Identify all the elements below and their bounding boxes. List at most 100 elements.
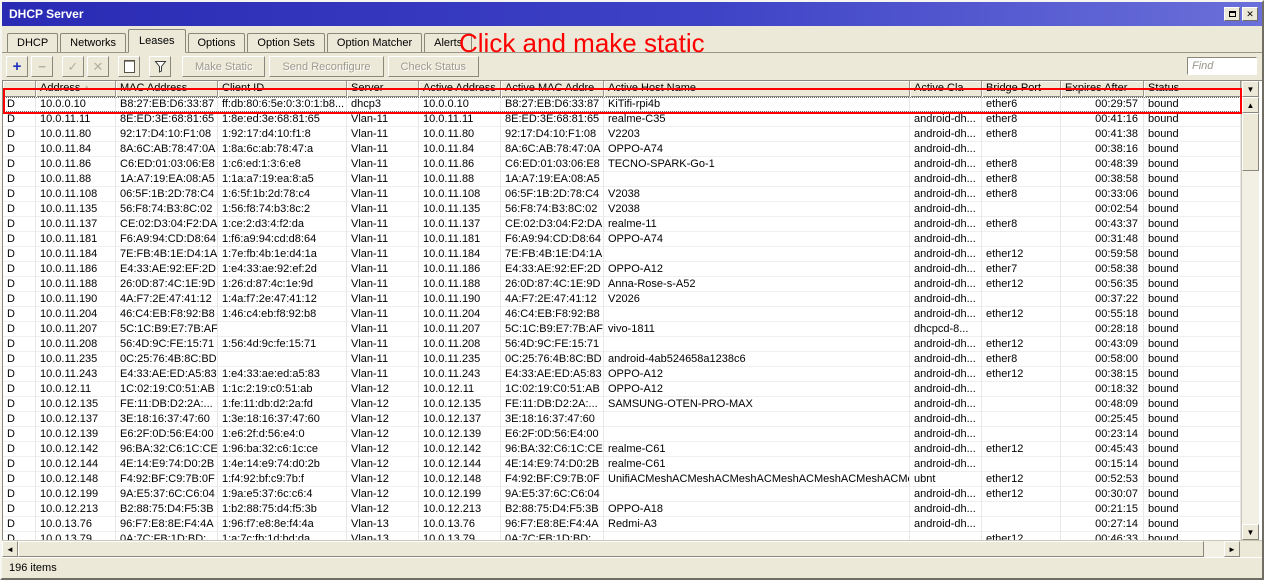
tab-option-matcher[interactable]: Option Matcher xyxy=(327,33,422,52)
table-row[interactable]: D10.0.11.1847E:FB:4B:1E:D4:1A1:7e:fb:4b:… xyxy=(3,247,1241,262)
add-button[interactable]: + xyxy=(6,56,28,77)
title-bar[interactable]: DHCP Server ✕ xyxy=(2,2,1262,26)
vertical-scrollbar[interactable]: ▼ ▲ ▼ xyxy=(1241,81,1259,540)
table-body: D10.0.0.10B8:27:EB:D6:33:87ff:db:80:6:5e… xyxy=(3,97,1241,540)
table-row[interactable]: D10.0.12.135FE:11:DB:D2:2A:...1:fe:11:db… xyxy=(3,397,1241,412)
table-row[interactable]: D10.0.11.18826:0D:87:4C:1E:9D1:26:d:87:4… xyxy=(3,277,1241,292)
table-row[interactable]: D10.0.11.137CE:02:D3:04:F2:DA1:ce:2:d3:4… xyxy=(3,217,1241,232)
cell-mac-address: 0C:25:76:4B:8C:BD xyxy=(116,352,218,367)
cell-status: bound xyxy=(1144,127,1241,142)
cell-active-mac-addre: 9A:E5:37:6C:C6:04 xyxy=(501,487,604,502)
tab-dhcp[interactable]: DHCP xyxy=(7,33,58,52)
cell-mac-address: 26:0D:87:4C:1E:9D xyxy=(116,277,218,292)
cell-active-address: 10.0.11.184 xyxy=(419,247,501,262)
table-row[interactable]: D10.0.11.186E4:33:AE:92:EF:2D1:e4:33:ae:… xyxy=(3,262,1241,277)
table-row[interactable]: D10.0.12.111C:02:19:C0:51:AB1:1c:2:19:c0… xyxy=(3,382,1241,397)
make-static-button[interactable]: Make Static xyxy=(182,56,265,77)
table-row[interactable]: D10.0.11.881A:A7:19:EA:08:A51:1a:a7:19:e… xyxy=(3,172,1241,187)
column-dropdown-button[interactable]: ▼ xyxy=(1242,81,1259,97)
vertical-scroll-thumb[interactable] xyxy=(1242,113,1259,171)
tab-options[interactable]: Options xyxy=(188,33,246,52)
table-row[interactable]: D10.0.12.1444E:14:E9:74:D0:2B1:4e:14:e9:… xyxy=(3,457,1241,472)
cell-server: Vlan-11 xyxy=(347,127,419,142)
cell-bridge-port xyxy=(982,382,1061,397)
cell-bridge-port: ether12 xyxy=(982,307,1061,322)
scroll-left-button[interactable]: ◄ xyxy=(2,541,18,557)
cell-active-cla: android-dh... xyxy=(910,112,982,127)
cell-expires-after: 00:52:53 xyxy=(1061,472,1144,487)
cell-flag: D xyxy=(3,157,36,172)
arrow-right-icon: ► xyxy=(1228,545,1236,554)
disable-button[interactable]: ✕ xyxy=(87,56,109,77)
cell-active-mac-addre: 06:5F:1B:2D:78:C4 xyxy=(501,187,604,202)
table-row[interactable]: D10.0.11.118E:ED:3E:68:81:651:8e:ed:3e:6… xyxy=(3,112,1241,127)
table-row[interactable]: D10.0.11.10806:5F:1B:2D:78:C41:6:5f:1b:2… xyxy=(3,187,1241,202)
table-row[interactable]: D10.0.12.14296:BA:32:C6:1C:CE1:96:ba:32:… xyxy=(3,442,1241,457)
table-row[interactable]: D10.0.11.2350C:25:76:4B:8C:BDVlan-1110.0… xyxy=(3,352,1241,367)
cell-active-host-name xyxy=(604,247,910,262)
cell-server: Vlan-11 xyxy=(347,307,419,322)
table-row[interactable]: D10.0.11.13556:F8:74:B3:8C:021:56:f8:74:… xyxy=(3,202,1241,217)
tab-option-sets[interactable]: Option Sets xyxy=(247,33,324,52)
cell-server: Vlan-12 xyxy=(347,427,419,442)
horizontal-scroll-thumb[interactable] xyxy=(18,541,1204,557)
table-row[interactable]: D10.0.11.181F6:A9:94:CD:D8:641:f6:a9:94:… xyxy=(3,232,1241,247)
table-row[interactable]: D10.0.13.790A:7C:FB:1D:BD:...1:a:7c:fb:1… xyxy=(3,532,1241,540)
cell-active-mac-addre: 8A:6C:AB:78:47:0A xyxy=(501,142,604,157)
vertical-scroll-track[interactable] xyxy=(1242,171,1259,524)
enable-button[interactable]: ✓ xyxy=(62,56,84,77)
table-row[interactable]: D10.0.11.20856:4D:9C:FE:15:711:56:4d:9c:… xyxy=(3,337,1241,352)
cell-server: Vlan-13 xyxy=(347,517,419,532)
cell-active-address: 10.0.12.139 xyxy=(419,427,501,442)
horizontal-scrollbar[interactable]: ◄ ► xyxy=(2,540,1262,557)
cell-active-host-name: SAMSUNG-OTEN-PRO-MAX xyxy=(604,397,910,412)
cell-client-id: 1:8a:6c:ab:78:47:a xyxy=(218,142,347,157)
cell-client-id: 1:6:5f:1b:2d:78:c4 xyxy=(218,187,347,202)
cell-mac-address: 96:F7:E8:8E:F4:4A xyxy=(116,517,218,532)
cell-active-cla: android-dh... xyxy=(910,352,982,367)
table-row[interactable]: D10.0.12.148F4:92:BF:C9:7B:0F1:f4:92:bf:… xyxy=(3,472,1241,487)
cell-flag: D xyxy=(3,127,36,142)
horizontal-scroll-track[interactable] xyxy=(1204,541,1224,557)
scroll-right-button[interactable]: ► xyxy=(1224,541,1240,557)
cell-expires-after: 00:23:14 xyxy=(1061,427,1144,442)
cell-address: 10.0.11.204 xyxy=(36,307,116,322)
table-row[interactable]: D10.0.11.848A:6C:AB:78:47:0A1:8a:6c:ab:7… xyxy=(3,142,1241,157)
table-row[interactable]: D10.0.12.1373E:18:16:37:47:601:3e:18:16:… xyxy=(3,412,1241,427)
table-row[interactable]: D10.0.11.2075C:1C:B9:E7:7B:AFVlan-1110.0… xyxy=(3,322,1241,337)
find-input[interactable] xyxy=(1187,57,1257,75)
cell-active-mac-addre: C6:ED:01:03:06:E8 xyxy=(501,157,604,172)
comment-button[interactable] xyxy=(118,56,140,77)
cell-active-mac-addre: 8E:ED:3E:68:81:65 xyxy=(501,112,604,127)
table-row[interactable]: D10.0.13.7696:F7:E8:8E:F4:4A1:96:f7:e8:8… xyxy=(3,517,1241,532)
table-row[interactable]: D10.0.12.139E6:2F:0D:56:E4:001:e6:2f:d:5… xyxy=(3,427,1241,442)
tab-leases[interactable]: Leases xyxy=(128,29,185,53)
filter-button[interactable] xyxy=(149,56,171,77)
cell-bridge-port xyxy=(982,202,1061,217)
table-row[interactable]: D10.0.11.1904A:F7:2E:47:41:121:4a:f7:2e:… xyxy=(3,292,1241,307)
send-reconfigure-button[interactable]: Send Reconfigure xyxy=(269,56,383,77)
table-row[interactable]: D10.0.11.20446:C4:EB:F8:92:B81:46:c4:eb:… xyxy=(3,307,1241,322)
cell-status: bound xyxy=(1144,157,1241,172)
cell-status: bound xyxy=(1144,502,1241,517)
table-row[interactable]: D10.0.12.213B2:88:75:D4:F5:3B1:b2:88:75:… xyxy=(3,502,1241,517)
table-row[interactable]: D10.0.11.8092:17:D4:10:F1:081:92:17:d4:1… xyxy=(3,127,1241,142)
table-row[interactable]: D10.0.12.1999A:E5:37:6C:C6:041:9a:e5:37:… xyxy=(3,487,1241,502)
check-status-button[interactable]: Check Status xyxy=(388,56,479,77)
scroll-down-button[interactable]: ▼ xyxy=(1242,524,1259,540)
cell-active-host-name: OPPO-A74 xyxy=(604,142,910,157)
cell-active-address: 10.0.12.135 xyxy=(419,397,501,412)
cell-mac-address: 3E:18:16:37:47:60 xyxy=(116,412,218,427)
cell-flag: D xyxy=(3,487,36,502)
cell-active-host-name: realme-11 xyxy=(604,217,910,232)
table-row[interactable]: D10.0.11.86C6:ED:01:03:06:E81:c6:ed:1:3:… xyxy=(3,157,1241,172)
table-row[interactable]: D10.0.11.243E4:33:AE:ED:A5:831:e4:33:ae:… xyxy=(3,367,1241,382)
close-button[interactable]: ✕ xyxy=(1242,7,1258,21)
tab-networks[interactable]: Networks xyxy=(60,33,126,52)
maximize-button[interactable] xyxy=(1224,7,1240,21)
remove-button[interactable]: − xyxy=(31,56,53,77)
cell-status: bound xyxy=(1144,457,1241,472)
close-icon: ✕ xyxy=(1246,10,1254,19)
cell-bridge-port: ether12 xyxy=(982,247,1061,262)
scroll-up-button[interactable]: ▲ xyxy=(1242,97,1259,113)
